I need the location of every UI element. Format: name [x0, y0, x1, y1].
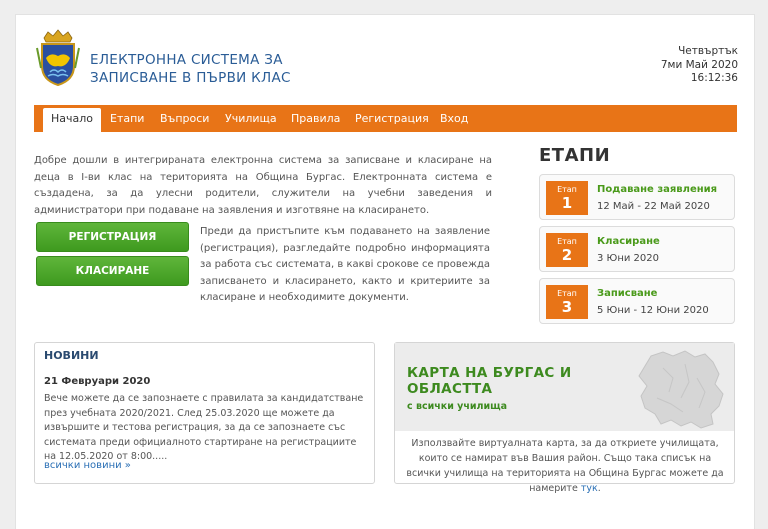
news-panel: НОВИНИ 21 Февруари 2020 Вече можете да с…: [34, 342, 375, 484]
stage-card-1[interactable]: Етап 1 Подаване заявления 12 Май - 22 Ма…: [539, 174, 735, 220]
nav-item-registration[interactable]: Регистрация: [355, 105, 429, 132]
stage-badge: Етап 1: [546, 181, 588, 215]
page-container: ЕЛЕКТРОННА СИСТЕМА ЗА ЗАПИСВАНЕ В ПЪРВИ …: [15, 14, 755, 529]
stage-date: 3 Юни 2020: [597, 253, 660, 264]
stages-heading: ЕТАПИ: [539, 145, 611, 166]
main-nav: Начало Етапи Въпроси Училища Правила Рег…: [34, 105, 737, 132]
nav-item-questions[interactable]: Въпроси: [160, 105, 209, 132]
ranking-button[interactable]: КЛАСИРАНЕ: [36, 256, 189, 286]
map-description: Използвайте виртуалната карта, за да отк…: [402, 436, 728, 496]
current-datetime: Четвъртък 7ми Май 2020 16:12:36: [661, 45, 738, 86]
nav-item-rules[interactable]: Правила: [291, 105, 340, 132]
stage-date: 5 Юни - 12 Юни 2020: [597, 305, 709, 316]
burgas-region-map-icon: [638, 350, 724, 429]
map-title: КАРТА НА БУРГАС И ОБЛАСТТА: [407, 365, 572, 397]
nav-item-stages[interactable]: Етапи: [110, 105, 144, 132]
current-time: 16:12:36: [690, 72, 738, 84]
nav-item-home[interactable]: Начало: [43, 108, 102, 132]
stage-number: 1: [561, 194, 573, 212]
stage-name: Класиране: [597, 236, 660, 247]
map-panel: КАРТА НА БУРГАС И ОБЛАСТТА с всички учил…: [394, 342, 735, 494]
map-description-period: .: [597, 483, 601, 494]
intro-text: Добре дошли в интегрираната електронна с…: [34, 155, 492, 216]
stage-number: 2: [561, 246, 573, 264]
news-text: Вече можете да се запознаете с правилата…: [44, 393, 364, 462]
map-subtitle: с всички училища: [407, 401, 508, 412]
nav-item-schools[interactable]: Училища: [225, 105, 277, 132]
stage-number: 3: [561, 298, 573, 316]
site-title[interactable]: ЕЛЕКТРОННА СИСТЕМА ЗА ЗАПИСВАНЕ В ПЪРВИ …: [90, 51, 291, 87]
stage-date: 12 Май - 22 Май 2020: [597, 201, 710, 212]
map-banner[interactable]: КАРТА НА БУРГАС И ОБЛАСТТА с всички учил…: [395, 343, 734, 431]
burgas-crest-logo[interactable]: [36, 28, 80, 86]
site-title-line1: ЕЛЕКТРОННА СИСТЕМА ЗА: [90, 52, 283, 68]
preparation-text: Преди да пристъпите към подаването на за…: [200, 226, 490, 303]
news-heading: НОВИНИ: [44, 349, 99, 362]
stage-name: Подаване заявления: [597, 184, 718, 195]
register-button[interactable]: РЕГИСТРАЦИЯ: [36, 222, 189, 252]
stage-card-2[interactable]: Етап 2 Класиране 3 Юни 2020: [539, 226, 735, 272]
current-day: Четвъртък: [678, 45, 738, 57]
stage-badge: Етап 3: [546, 285, 588, 319]
stage-card-3[interactable]: Етап 3 Записване 5 Юни - 12 Юни 2020: [539, 278, 735, 324]
all-news-link[interactable]: всички новини »: [44, 460, 131, 471]
map-title-line1: КАРТА НА БУРГАС И: [407, 365, 572, 381]
map-title-line2: ОБЛАСТТА: [407, 381, 493, 397]
nav-item-login[interactable]: Вход: [440, 105, 468, 132]
site-header: ЕЛЕКТРОННА СИСТЕМА ЗА ЗАПИСВАНЕ В ПЪРВИ …: [16, 15, 756, 105]
site-title-line2: ЗАПИСВАНЕ В ПЪРВИ КЛАС: [90, 70, 291, 86]
stage-name: Записване: [597, 288, 658, 299]
schools-list-link[interactable]: тук: [581, 483, 598, 494]
map-description-text: Използвайте виртуалната карта, за да отк…: [406, 438, 724, 494]
current-date: 7ми Май 2020: [660, 58, 738, 71]
news-date: 21 Февруари 2020: [44, 376, 151, 387]
stage-badge: Етап 2: [546, 233, 588, 267]
